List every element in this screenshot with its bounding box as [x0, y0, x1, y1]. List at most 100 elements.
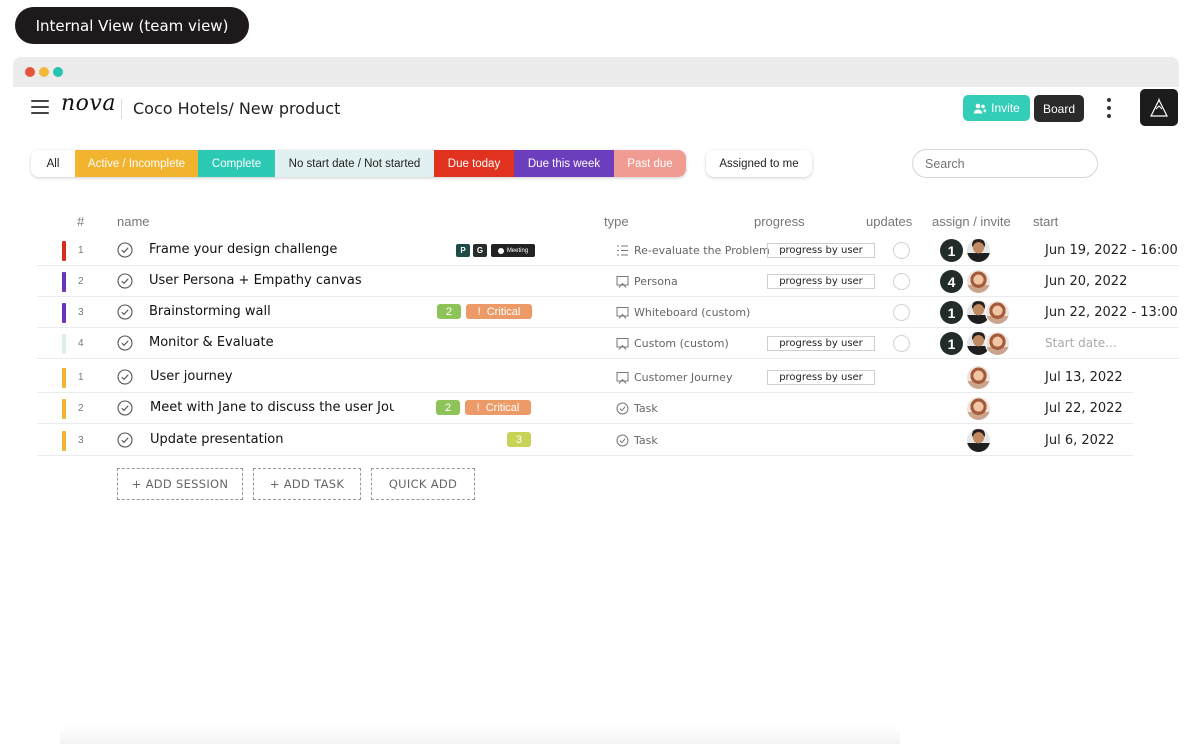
- task-check-icon: [616, 402, 629, 415]
- row-name[interactable]: Brainstorming wall: [149, 304, 429, 319]
- start-date[interactable]: Jul 13, 2022: [1045, 370, 1123, 385]
- canvas-icon: [616, 276, 629, 288]
- row-name[interactable]: User journey: [150, 369, 450, 384]
- more-options-icon[interactable]: [1105, 98, 1113, 118]
- avatar[interactable]: [966, 269, 991, 294]
- breadcrumb[interactable]: Coco Hotels/ New product: [133, 99, 340, 118]
- start-date[interactable]: Jul 6, 2022: [1045, 433, 1114, 448]
- search-input[interactable]: [912, 149, 1098, 178]
- column-header-progress[interactable]: progress: [754, 214, 805, 229]
- column-header-type[interactable]: type: [604, 214, 629, 229]
- avatar[interactable]: [966, 365, 991, 390]
- window-close-dot[interactable]: [25, 67, 35, 77]
- avatar[interactable]: [966, 396, 991, 421]
- column-header-assign[interactable]: assign / invite: [932, 214, 1011, 229]
- add-task-button[interactable]: + ADD TASK: [253, 468, 361, 500]
- menu-icon[interactable]: [31, 100, 49, 114]
- board-button[interactable]: Board: [1034, 95, 1084, 122]
- complete-check-icon[interactable]: [117, 432, 133, 448]
- complete-check-icon[interactable]: [117, 242, 133, 258]
- progress-selector[interactable]: progress by user: [767, 370, 875, 385]
- complete-check-icon[interactable]: [117, 273, 133, 289]
- start-date[interactable]: Jul 22, 2022: [1045, 401, 1123, 416]
- subtask-count-chip[interactable]: 3: [507, 432, 531, 447]
- filter-due-today[interactable]: Due today: [434, 150, 514, 177]
- avatar[interactable]: [966, 428, 991, 453]
- task-check-icon: [616, 434, 629, 447]
- filter-due-this-week[interactable]: Due this week: [514, 150, 614, 177]
- table-row[interactable]: 4 Monitor & Evaluate Custom (custom) pro…: [37, 328, 1179, 359]
- invite-button[interactable]: Invite: [963, 95, 1030, 121]
- table-row[interactable]: 3 Update presentation 3 Task Jul 6, 2022: [37, 425, 1133, 456]
- subtask-count-chip[interactable]: 2: [436, 400, 460, 415]
- column-header-start[interactable]: start: [1033, 214, 1058, 229]
- complete-check-icon[interactable]: [117, 304, 133, 320]
- avatar[interactable]: [985, 300, 1010, 325]
- complete-check-icon[interactable]: [117, 335, 133, 351]
- filter-active-incomplete[interactable]: Active / Incomplete: [75, 150, 198, 177]
- status-filter-bar: All Active / Incomplete Complete No star…: [31, 150, 686, 177]
- progress-selector[interactable]: progress by user: [767, 243, 875, 258]
- table-row[interactable]: 2 User Persona + Empathy canvas Persona …: [37, 266, 1179, 297]
- filter-label: Due today: [447, 157, 501, 170]
- meeting-tag-label: Meeting: [506, 247, 529, 254]
- window-maximize-dot[interactable]: [53, 67, 63, 77]
- filter-past-due[interactable]: Past due: [614, 150, 686, 177]
- row-name[interactable]: Monitor & Evaluate: [149, 335, 449, 350]
- assignee-count-badge[interactable]: 1: [940, 332, 963, 355]
- table-row[interactable]: 2 Meet with Jane to discuss the user Jou…: [37, 393, 1133, 424]
- window-minimize-dot[interactable]: [39, 67, 49, 77]
- row-divider: [37, 455, 1133, 456]
- column-header-updates[interactable]: updates: [866, 214, 912, 229]
- row-number: 1: [78, 372, 84, 383]
- subtask-count: 2: [444, 401, 452, 414]
- filter-label: Due this week: [527, 157, 601, 170]
- assignee-count-badge[interactable]: 1: [940, 239, 963, 262]
- column-header-name[interactable]: name: [117, 214, 150, 229]
- alert-icon: !: [476, 401, 480, 414]
- updates-indicator[interactable]: [893, 242, 910, 259]
- subtask-count-chip[interactable]: 2: [437, 304, 461, 319]
- start-date[interactable]: Jun 20, 2022: [1045, 274, 1127, 289]
- table-row[interactable]: 1 User journey Customer Journey progress…: [37, 362, 1133, 393]
- assigned-to-me-button[interactable]: Assigned to me: [706, 150, 812, 177]
- row-name[interactable]: User Persona + Empathy canvas: [149, 273, 449, 288]
- filter-label: No start date / Not started: [288, 157, 421, 170]
- row-number: 4: [78, 338, 84, 349]
- assignee-count-badge[interactable]: 1: [940, 301, 963, 324]
- row-type: Task: [634, 402, 658, 415]
- subtask-count: 3: [515, 433, 523, 446]
- header-divider: [121, 99, 122, 119]
- updates-indicator[interactable]: [893, 304, 910, 321]
- assignee-count-badge[interactable]: 4: [940, 270, 963, 293]
- filter-complete[interactable]: Complete: [198, 150, 275, 177]
- row-name[interactable]: Update presentation: [150, 432, 450, 447]
- start-date[interactable]: Jun 19, 2022 - 16:00: [1045, 243, 1178, 258]
- row-color-bar: [62, 334, 66, 354]
- subtask-count: 2: [445, 305, 453, 318]
- row-number: 2: [78, 403, 84, 414]
- start-date-placeholder[interactable]: Start date...: [1045, 336, 1117, 350]
- progress-selector[interactable]: progress by user: [767, 336, 875, 351]
- table-row[interactable]: 1 Frame your design challenge P G Meetin…: [37, 235, 1179, 266]
- add-session-button[interactable]: + ADD SESSION: [117, 468, 243, 500]
- app-switcher-button[interactable]: [1140, 89, 1178, 126]
- avatar[interactable]: [985, 331, 1010, 356]
- critical-badge: ! Critical: [465, 400, 531, 415]
- tag-p: P: [456, 244, 470, 257]
- updates-indicator[interactable]: [893, 335, 910, 352]
- meeting-tag: Meeting: [491, 244, 535, 257]
- complete-check-icon[interactable]: [117, 400, 133, 416]
- table-row[interactable]: 3 Brainstorming wall 2 ! Critical Whitebo…: [37, 297, 1179, 328]
- filter-no-start-date[interactable]: No start date / Not started: [275, 150, 434, 177]
- avatar[interactable]: [966, 238, 991, 263]
- progress-selector[interactable]: progress by user: [767, 274, 875, 289]
- row-name[interactable]: Meet with Jane to discuss the user Journ…: [150, 400, 394, 415]
- quick-add-button[interactable]: QUICK ADD: [371, 468, 475, 500]
- row-name[interactable]: Frame your design challenge: [149, 242, 449, 257]
- start-date[interactable]: Jun 22, 2022 - 13:00: [1045, 305, 1178, 320]
- updates-indicator[interactable]: [893, 273, 910, 290]
- row-color-bar: [62, 431, 66, 451]
- complete-check-icon[interactable]: [117, 369, 133, 385]
- filter-all[interactable]: All: [31, 150, 75, 177]
